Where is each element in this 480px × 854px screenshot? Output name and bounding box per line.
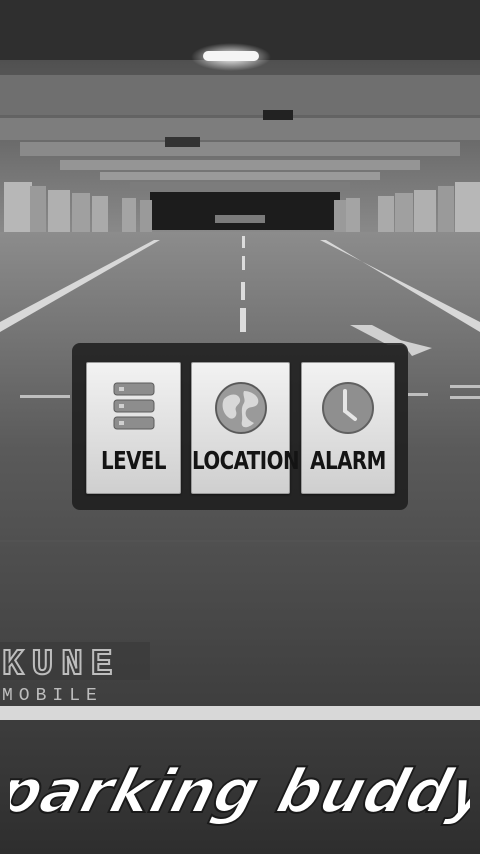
level-button[interactable]: LEVEL — [86, 362, 181, 494]
location-button[interactable]: LOCATION — [191, 362, 300, 494]
alarm-button[interactable]: ALARM — [301, 362, 395, 494]
mobile-logo-text: MOBILE — [2, 686, 103, 704]
stack-list-icon — [113, 381, 155, 439]
main-menu-panel: LEVEL LOCATION ALARM — [72, 343, 408, 510]
location-label: LOCATION — [192, 447, 300, 476]
clock-icon — [321, 381, 375, 439]
kune-mobile-logo: KUNE MOBILE — [0, 642, 150, 704]
level-label: LEVEL — [100, 447, 167, 476]
kune-logo-text: KUNE — [2, 644, 120, 685]
parking-buddy-title: parking buddy — [10, 756, 470, 828]
globe-icon — [214, 381, 268, 439]
app-title-text: parking buddy — [10, 757, 470, 827]
alarm-label: ALARM — [310, 447, 386, 476]
